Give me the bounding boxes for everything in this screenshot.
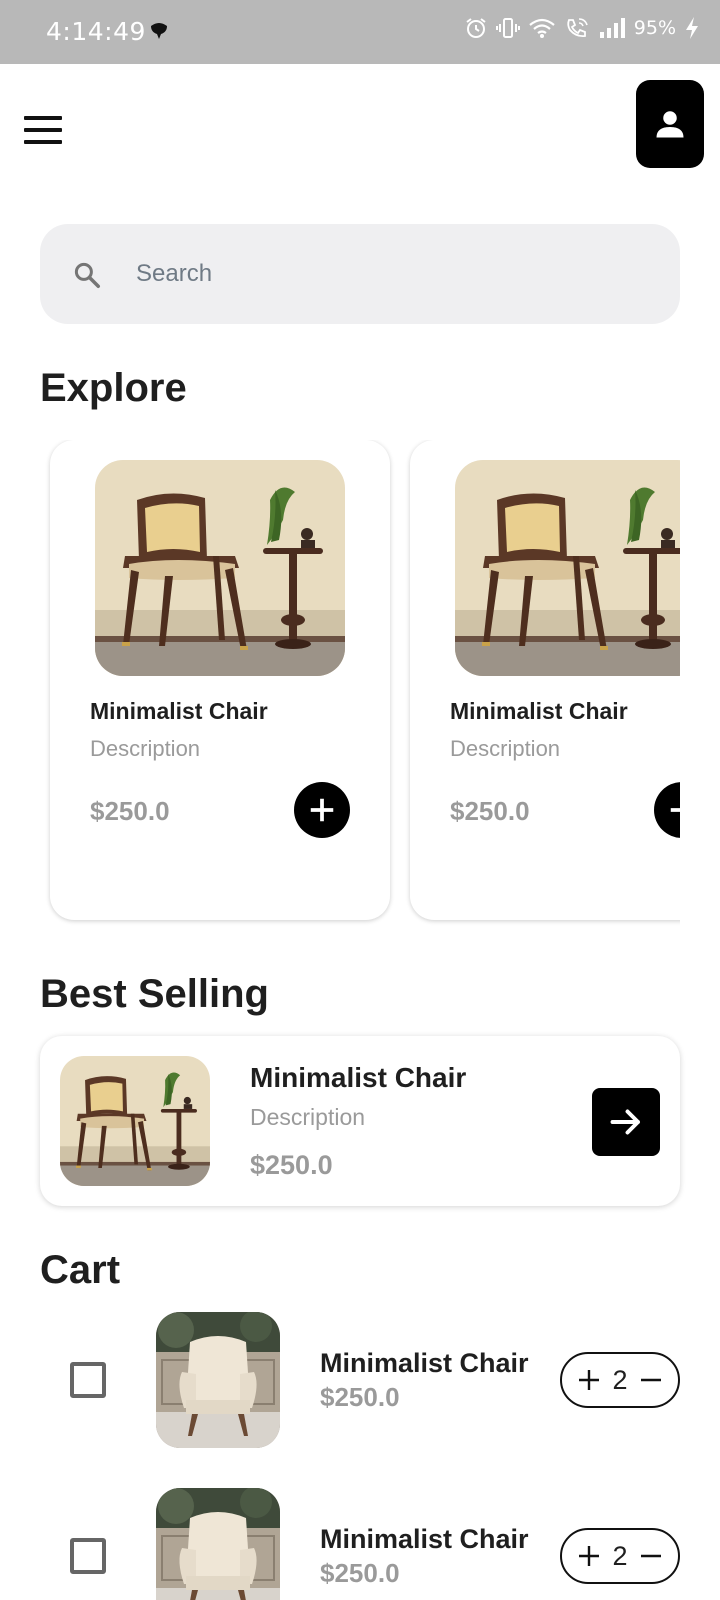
- product-price: $250.0: [90, 796, 170, 826]
- add-to-cart-button[interactable]: [654, 782, 680, 838]
- quantity-stepper: 2: [560, 1528, 680, 1584]
- decrease-quantity-button[interactable]: [638, 1543, 664, 1569]
- product-description: Description: [450, 736, 561, 761]
- plus-icon: [670, 808, 680, 812]
- cart-item: Minimalist Chair $250.0 2: [0, 1488, 720, 1600]
- product-image: [60, 1056, 210, 1186]
- product-price: $250.0: [450, 796, 530, 826]
- search-input[interactable]: [136, 254, 636, 294]
- search-icon: [74, 262, 100, 288]
- minus-icon: [641, 1378, 661, 1382]
- cart-title: Cart: [40, 1248, 121, 1292]
- alarm-icon: [466, 18, 486, 38]
- product-name: Minimalist Chair: [90, 698, 268, 724]
- explore-title: Explore: [40, 366, 187, 410]
- status-time: 4:14:49: [46, 17, 146, 46]
- product-name: Minimalist Chair: [250, 1062, 467, 1093]
- product-price: $250.0: [320, 1558, 400, 1588]
- product-image: [455, 460, 680, 676]
- product-image: [95, 460, 345, 676]
- cart-item-checkbox[interactable]: [70, 1538, 106, 1574]
- quantity-value: 2: [612, 1364, 628, 1395]
- best-selling-title: Best Selling: [40, 972, 269, 1016]
- product-description: Description: [90, 736, 201, 761]
- search-bar[interactable]: [40, 224, 680, 324]
- plus-icon: [310, 798, 334, 822]
- product-image: [156, 1312, 280, 1448]
- arrow-right-icon: [610, 1109, 640, 1135]
- plus-icon: [579, 1546, 599, 1566]
- add-to-cart-button[interactable]: [294, 782, 350, 838]
- decrease-quantity-button[interactable]: [638, 1367, 664, 1393]
- product-price: $250.0: [250, 1150, 333, 1180]
- minus-icon: [641, 1554, 661, 1558]
- plus-icon: [579, 1370, 599, 1390]
- notification-app-icon: [149, 22, 169, 45]
- product-price: $250.0: [320, 1382, 400, 1412]
- quantity-value: 2: [612, 1540, 628, 1571]
- view-product-button[interactable]: [592, 1088, 660, 1156]
- increase-quantity-button[interactable]: [576, 1367, 602, 1393]
- product-image: [156, 1488, 280, 1600]
- increase-quantity-button[interactable]: [576, 1543, 602, 1569]
- status-icons: 95%: [464, 16, 700, 40]
- quantity-stepper: 2: [560, 1352, 680, 1408]
- explore-carousel[interactable]: Minimalist Chair Description $250.0 Mini…: [40, 440, 680, 926]
- battery-percent: 95%: [633, 17, 676, 39]
- wifi-icon: [529, 18, 555, 38]
- explore-card[interactable]: Minimalist Chair Description $250.0: [50, 440, 390, 920]
- product-name: Minimalist Chair: [320, 1348, 529, 1378]
- status-bar: 4:14:49 95%: [0, 0, 720, 64]
- person-icon: [656, 111, 684, 138]
- product-name: Minimalist Chair: [450, 698, 628, 724]
- explore-card[interactable]: Minimalist Chair Description $250.0: [410, 440, 680, 920]
- signal-icon: [599, 18, 625, 38]
- vibrate-icon: [495, 18, 520, 38]
- wifi-calling-icon: [567, 18, 588, 38]
- cart-item: Minimalist Chair $250.0 2: [0, 1312, 720, 1452]
- battery-charging-icon: [686, 17, 698, 39]
- hamburger-menu-icon: [24, 116, 62, 120]
- product-description: Description: [250, 1104, 366, 1130]
- best-selling-card[interactable]: Minimalist Chair Description $250.0: [40, 1036, 680, 1206]
- cart-item-checkbox[interactable]: [70, 1362, 106, 1398]
- product-name: Minimalist Chair: [320, 1524, 529, 1554]
- menu-button[interactable]: [24, 116, 64, 150]
- profile-button[interactable]: [636, 80, 704, 168]
